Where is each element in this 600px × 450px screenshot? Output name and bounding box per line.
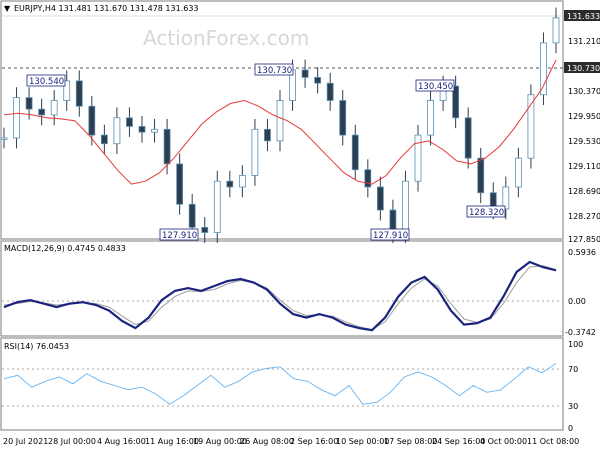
candle-body	[188, 203, 196, 228]
x-tick: 4 Oct 00:00	[480, 437, 527, 446]
candle-body	[301, 69, 309, 78]
x-tick: 28 Jul 00:00	[48, 437, 96, 446]
macd-tick: 0.00	[568, 297, 586, 306]
candle-body	[477, 157, 485, 194]
rsi-panel-title: RSI(14) 76.0453	[4, 342, 69, 351]
candle-body	[427, 100, 434, 136]
candle-body	[176, 163, 184, 205]
current-price-label: 131.633	[567, 12, 600, 21]
price-annotations: 130.540 130.730 130.450 127.910 127.910 …	[26, 63, 506, 241]
annotation-130450: 130.450	[418, 82, 453, 92]
price-tick: 128.270	[568, 212, 600, 221]
candle-body	[264, 128, 271, 142]
rsi-panel-frame	[0, 337, 564, 431]
macd-y-axis: 0.5936 0.00 -0.3742	[565, 248, 596, 337]
candle-body	[113, 117, 121, 145]
chart-canvas[interactable]: ActionForex.com ▼ EURJPY,H4 131.481 131.…	[0, 0, 600, 450]
dropdown-arrow-icon[interactable]: ▼	[4, 4, 11, 13]
x-tick: 17 Sep 08:00	[384, 437, 437, 446]
x-tick: 10 Sep 00:00	[336, 437, 389, 446]
price-tick: 127.850	[568, 235, 600, 244]
rsi-tick: 0	[568, 424, 573, 433]
candle-body	[213, 180, 221, 233]
x-tick: 11 Oct 08:00	[527, 437, 579, 446]
time-x-axis: 20 Jul 2021 28 Jul 00:00 4 Aug 16:00 11 …	[3, 437, 579, 446]
candle-body	[314, 77, 322, 84]
candle-body	[201, 226, 209, 233]
macd-tick: -0.3742	[565, 328, 596, 337]
x-tick: 11 Aug 16:00	[145, 437, 199, 446]
candle-body	[0, 137, 8, 140]
price-y-axis: 131.633 131.210 130.730 130.370 129.950 …	[564, 10, 600, 244]
candle-body	[276, 100, 284, 142]
candle-body	[50, 100, 58, 116]
candle-body	[100, 134, 108, 145]
annotation-130730: 130.730	[257, 66, 292, 76]
rsi-tick: 30	[568, 402, 578, 411]
x-tick: 19 Aug 00:00	[193, 437, 247, 446]
macd-signal-line	[3, 265, 557, 331]
candle-body	[126, 117, 133, 127]
candle-body	[38, 108, 46, 116]
candle-body	[138, 126, 146, 133]
price-panel-title: EURJPY,H4 131.481 131.670 131.478 131.63…	[14, 4, 199, 13]
candle-body	[251, 128, 259, 176]
rsi-line	[3, 363, 557, 405]
price-tick: 129.950	[568, 112, 600, 121]
price-tick: 129.110	[568, 162, 600, 171]
annotation-128320: 128.320	[469, 208, 504, 218]
x-tick: 24 Sep 16:00	[432, 437, 485, 446]
level-price-label: 130.730	[567, 64, 600, 73]
candle-body	[88, 105, 96, 136]
candle-body	[75, 80, 83, 107]
candle-body	[402, 180, 409, 233]
candle-body	[339, 100, 347, 136]
price-tick: 129.530	[568, 137, 600, 146]
price-tick: 128.690	[568, 187, 600, 196]
watermark: ActionForex.com	[143, 26, 309, 50]
candle-body	[13, 97, 20, 139]
macd-panel-title: MACD(12,26,9) 0.4745 0.4833	[4, 244, 126, 253]
annotation-127910-a: 127.910	[162, 231, 197, 241]
candle-body	[414, 134, 422, 182]
macd-tick: 0.5936	[568, 248, 596, 257]
rsi-tick: 70	[568, 365, 578, 374]
candle-body	[226, 180, 234, 188]
price-tick: 131.210	[568, 37, 600, 46]
candle-body	[540, 42, 547, 96]
price-tick: 130.370	[568, 87, 600, 96]
candle-body	[464, 117, 472, 159]
candle-body	[326, 82, 334, 101]
candle-body	[151, 128, 158, 133]
candle-body	[552, 17, 560, 44]
candle-body	[238, 175, 246, 188]
x-tick: 20 Jul 2021	[3, 437, 48, 446]
candle-body	[163, 128, 171, 165]
candle-body	[514, 157, 522, 188]
rsi-y-axis: 100 70 30 0	[568, 340, 583, 433]
candle-body	[376, 186, 384, 211]
x-tick: 26 Aug 08:00	[240, 437, 294, 446]
annotation-127910-b: 127.910	[373, 231, 408, 241]
x-tick: 2 Sep 16:00	[290, 437, 338, 446]
annotation-130540: 130.540	[29, 77, 64, 87]
candle-body	[351, 134, 359, 171]
candle-body	[25, 97, 33, 110]
x-tick: 4 Aug 16:00	[97, 437, 146, 446]
macd-line	[3, 260, 557, 332]
candle-body	[364, 169, 372, 188]
rsi-tick: 100	[568, 340, 583, 349]
chart-window: ActionForex.com ▼ EURJPY,H4 131.481 131.…	[0, 0, 600, 450]
